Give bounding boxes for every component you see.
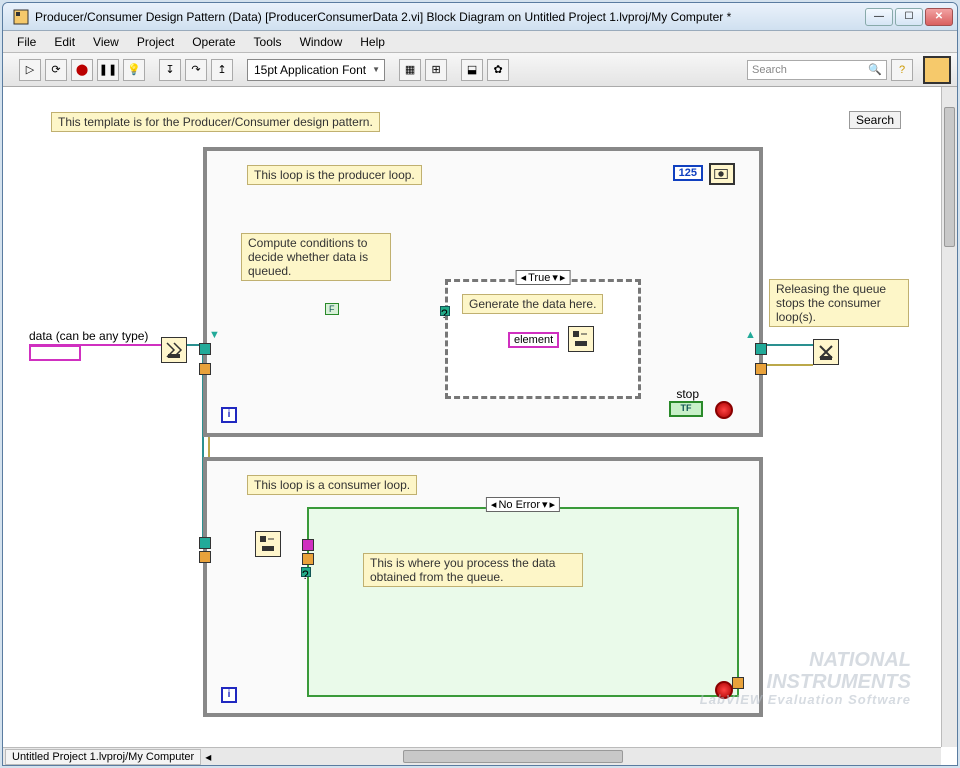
menu-operate[interactable]: Operate bbox=[184, 33, 243, 51]
wait-ms-node[interactable] bbox=[709, 163, 735, 185]
window-title: Producer/Consumer Design Pattern (Data) … bbox=[35, 10, 865, 24]
case-selector-terminal-consumer[interactable]: ? bbox=[301, 567, 311, 577]
obtain-queue-node[interactable] bbox=[161, 337, 187, 363]
horizontal-scrollbar[interactable]: Untitled Project 1.lvproj/My Computer ◂ bbox=[3, 747, 941, 765]
right-arrow-icon[interactable]: ▸ bbox=[550, 498, 556, 511]
iteration-terminal[interactable]: i bbox=[221, 407, 237, 423]
step-out-button[interactable]: ↥ bbox=[211, 59, 233, 81]
dropdown-arrow-icon[interactable]: ▾ bbox=[552, 271, 558, 284]
menu-help[interactable]: Help bbox=[352, 33, 393, 51]
run-continuous-button[interactable]: ⟳ bbox=[45, 59, 67, 81]
tunnel-error-in-consumer[interactable] bbox=[199, 551, 211, 563]
cleanup-button[interactable]: ✿ bbox=[487, 59, 509, 81]
watermark-line3: LabVIEW Evaluation Software bbox=[700, 693, 911, 707]
loop-condition-terminal[interactable] bbox=[715, 401, 733, 419]
menu-file[interactable]: File bbox=[9, 33, 44, 51]
watermark-line1: NATIONAL bbox=[700, 649, 911, 671]
menubar: File Edit View Project Operate Tools Win… bbox=[3, 31, 957, 53]
step-into-button[interactable]: ↧ bbox=[159, 59, 181, 81]
horizontal-scroll-thumb[interactable] bbox=[403, 750, 623, 763]
left-arrow-icon[interactable]: ◂ bbox=[521, 271, 527, 284]
tunnel-queue-in-consumer[interactable] bbox=[199, 537, 211, 549]
false-constant[interactable]: F bbox=[325, 303, 339, 315]
search-button[interactable]: Search bbox=[849, 111, 901, 129]
right-arrow-icon[interactable]: ▸ bbox=[560, 271, 566, 284]
search-placeholder-text: Search bbox=[752, 64, 868, 76]
case-selector-label: True bbox=[528, 272, 550, 284]
app-icon bbox=[13, 9, 29, 25]
process-data-comment: This is where you process the data obtai… bbox=[363, 553, 583, 587]
release-queue-node[interactable] bbox=[813, 339, 839, 365]
menu-window[interactable]: Window bbox=[292, 33, 351, 51]
distribute-button[interactable]: ⊞ bbox=[425, 59, 447, 81]
menu-project[interactable]: Project bbox=[129, 33, 182, 51]
case-selector-consumer[interactable]: ◂ No Error ▾ ▸ bbox=[486, 497, 560, 512]
highlight-button[interactable]: 💡 bbox=[123, 59, 145, 81]
step-over-button[interactable]: ↷ bbox=[185, 59, 207, 81]
help-button[interactable]: ? bbox=[891, 59, 913, 81]
stop-label: stop bbox=[676, 387, 699, 401]
tunnel-queue-out[interactable] bbox=[755, 343, 767, 355]
block-diagram-canvas[interactable]: This template is for the Producer/Consum… bbox=[3, 87, 941, 747]
producer-case-structure[interactable]: ◂ True ▾ ▸ Generate the data here. eleme… bbox=[445, 279, 641, 399]
case-selector-consumer-label: No Error bbox=[498, 499, 540, 511]
close-button[interactable]: ✕ bbox=[925, 8, 953, 26]
tunnel-error-case-in[interactable] bbox=[302, 553, 314, 565]
iteration-terminal-consumer[interactable]: i bbox=[221, 687, 237, 703]
data-type-control[interactable] bbox=[29, 345, 81, 361]
toolbar: ▷ ⟳ ⬤ ❚❚ 💡 ↧ ↷ ↥ 15pt Application Font ▦… bbox=[3, 53, 957, 87]
minimize-button[interactable]: — bbox=[865, 8, 893, 26]
case-selector-terminal[interactable]: ? bbox=[440, 306, 450, 316]
font-selector[interactable]: 15pt Application Font bbox=[247, 59, 385, 81]
consumer-while-loop[interactable]: This loop is a consumer loop. ◂ No Error… bbox=[203, 457, 763, 717]
producer-title-comment: This loop is the producer loop. bbox=[247, 165, 422, 185]
watermark-line2: INSTRUMENTS bbox=[700, 671, 911, 693]
vertical-scrollbar[interactable] bbox=[941, 87, 957, 747]
search-input[interactable]: Search 🔍 bbox=[747, 60, 887, 80]
titlebar[interactable]: Producer/Consumer Design Pattern (Data) … bbox=[3, 3, 957, 31]
dequeue-element-node[interactable] bbox=[255, 531, 281, 557]
producer-while-loop[interactable]: This loop is the producer loop. Compute … bbox=[203, 147, 763, 437]
breadcrumb-arrow-icon[interactable]: ◂ bbox=[201, 750, 215, 764]
window-buttons: — ☐ ✕ bbox=[865, 8, 953, 26]
consumer-title-comment: This loop is a consumer loop. bbox=[247, 475, 417, 495]
shift-register-right-icon[interactable]: ▲ bbox=[745, 329, 757, 341]
pause-button[interactable]: ❚❚ bbox=[97, 59, 119, 81]
tunnel-error-in[interactable] bbox=[199, 363, 211, 375]
menu-edit[interactable]: Edit bbox=[46, 33, 83, 51]
left-arrow-icon[interactable]: ◂ bbox=[491, 498, 497, 511]
data-type-label: data (can be any type) bbox=[29, 329, 148, 343]
maximize-button[interactable]: ☐ bbox=[895, 8, 923, 26]
case-selector-producer[interactable]: ◂ True ▾ ▸ bbox=[516, 270, 571, 285]
template-comment: This template is for the Producer/Consum… bbox=[51, 112, 380, 132]
breadcrumb[interactable]: Untitled Project 1.lvproj/My Computer bbox=[5, 749, 201, 765]
generate-comment: Generate the data here. bbox=[462, 294, 603, 314]
app-window: Producer/Consumer Design Pattern (Data) … bbox=[2, 2, 958, 766]
run-button[interactable]: ▷ bbox=[19, 59, 41, 81]
canvas-area: This template is for the Producer/Consum… bbox=[3, 87, 957, 765]
menu-tools[interactable]: Tools bbox=[246, 33, 290, 51]
reorder-button[interactable]: ⬓ bbox=[461, 59, 483, 81]
tunnel-error-out[interactable] bbox=[755, 363, 767, 375]
abort-button[interactable]: ⬤ bbox=[71, 59, 93, 81]
watermark: NATIONAL INSTRUMENTS LabVIEW Evaluation … bbox=[700, 649, 911, 707]
release-queue-comment: Releasing the queue stops the consumer l… bbox=[769, 279, 909, 327]
consumer-case-structure[interactable]: ◂ No Error ▾ ▸ This is where you process… bbox=[307, 507, 739, 697]
vi-icon[interactable] bbox=[923, 56, 951, 84]
align-button[interactable]: ▦ bbox=[399, 59, 421, 81]
shift-register-left-icon[interactable]: ▼ bbox=[209, 329, 221, 341]
dropdown-arrow-icon[interactable]: ▾ bbox=[542, 498, 548, 511]
compute-comment: Compute conditions to decide whether dat… bbox=[241, 233, 391, 281]
stop-control[interactable]: TF bbox=[669, 401, 703, 417]
search-icon: 🔍 bbox=[868, 63, 882, 76]
tunnel-data-in[interactable] bbox=[302, 539, 314, 551]
tunnel-queue-in[interactable] bbox=[199, 343, 211, 355]
element-control[interactable]: element bbox=[508, 332, 559, 348]
vertical-scroll-thumb[interactable] bbox=[944, 107, 955, 247]
menu-view[interactable]: View bbox=[85, 33, 127, 51]
wait-ms-constant[interactable]: 125 bbox=[673, 165, 703, 181]
enqueue-element-node[interactable] bbox=[568, 326, 594, 352]
